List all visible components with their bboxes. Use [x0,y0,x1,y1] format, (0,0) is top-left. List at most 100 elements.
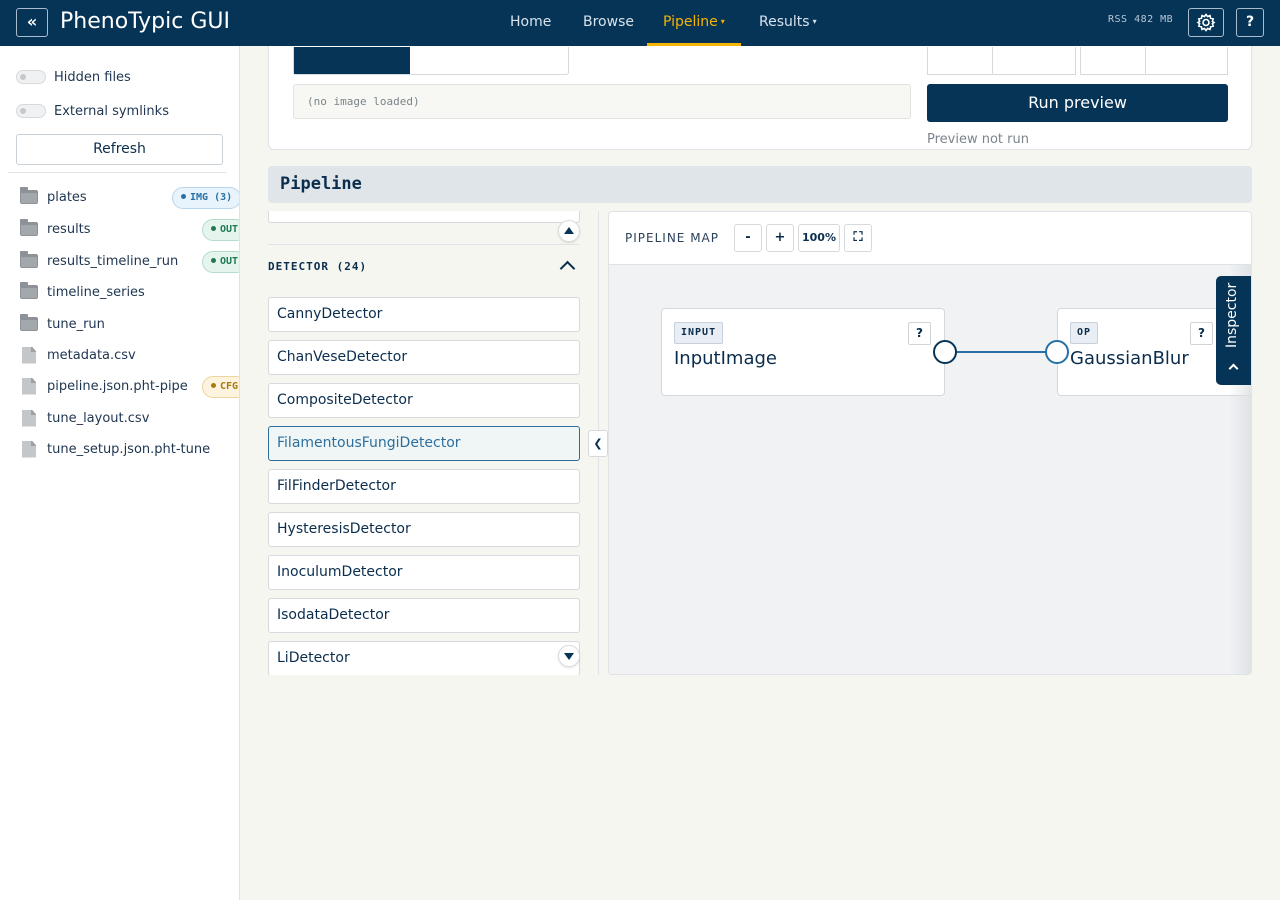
external-symlinks-toggle[interactable] [16,104,46,118]
image-count-badge: IMG (3) [172,187,239,209]
node-help-button[interactable]: ? [908,322,931,345]
file-row-metadata-csv[interactable]: metadata.csv [20,343,239,367]
inspector-tab[interactable]: Inspector [1216,276,1251,385]
nav-results[interactable]: Results ▾ [759,0,817,46]
folder-icon [20,219,38,236]
operation-item[interactable]: LiDetector [268,641,580,675]
fit-view-button[interactable]: ⛶ [844,224,872,252]
preview-status: Preview not run [927,132,1029,147]
scroll-up-button[interactable] [558,220,580,242]
badge-label: IMG (3) [190,192,233,203]
zoom-out-button[interactable]: - [734,224,762,252]
scroll-down-button[interactable] [558,645,580,667]
folder-icon [20,251,38,268]
group-divider [268,244,580,245]
pipeline-map[interactable]: PIPELINE MAP - + 100% ⛶ INPUT InputImage… [608,211,1252,675]
collapse-operation-list-button[interactable]: ❮ [588,430,608,457]
top-bar: « PhenoTypic GUI Home Browse Pipeline ▾ R… [0,0,1280,46]
operation-item[interactable]: IsodataDetector [268,598,580,633]
help-button[interactable]: ? [1236,8,1264,37]
file-row-timeline-series[interactable]: timeline_series [20,280,239,304]
collapse-sidebar-button[interactable]: « [16,8,48,37]
image-path-field[interactable]: (no image loaded) [293,84,911,119]
preview-param-field[interactable] [1080,47,1146,75]
badge-label: OUT [220,256,239,267]
image-source-option-active[interactable] [294,47,410,74]
map-title: PIPELINE MAP [625,231,719,245]
output-badge: OUT [202,219,239,241]
badge-label: CFG [220,381,239,392]
output-port[interactable] [933,340,957,364]
nav-pipeline-label: Pipeline [663,14,718,30]
image-source-segmented-control[interactable] [293,47,569,75]
nav-home[interactable]: Home [510,0,551,46]
chevron-left-icon [1228,363,1239,374]
preview-card: (no image loaded) Run preview Preview no… [268,46,1252,150]
operation-list: DETECTOR (24) CannyDetector ChanVeseDete… [268,211,581,675]
input-port[interactable] [1045,340,1069,364]
file-name: tune_run [47,316,105,332]
file-name: results [47,221,91,237]
file-icon [22,377,36,395]
pipeline-edge [951,351,1059,353]
hidden-files-toggle-row[interactable]: Hidden files [16,67,131,87]
external-symlinks-toggle-row[interactable]: External symlinks [16,101,169,121]
nav-browse[interactable]: Browse [583,0,634,46]
nav-pipeline[interactable]: Pipeline ▾ [647,0,741,46]
zoom-level-button[interactable]: 100% [798,224,840,252]
operation-item-selected[interactable]: FilamentousFungiDetector [268,426,580,461]
node-type-tag: INPUT [674,322,724,344]
badge-dot [211,226,216,231]
preview-param-field[interactable] [992,47,1076,75]
hidden-files-label: Hidden files [54,69,131,85]
app-title: PhenoTypic GUI [60,9,230,34]
operation-item[interactable]: HysteresisDetector [268,512,580,547]
badge-dot [181,194,186,199]
node-title: GaussianBlur [1070,348,1189,369]
file-row-tune-setup-json[interactable]: tune_setup.json.pht-tune [20,437,239,461]
run-preview-button[interactable]: Run preview [927,84,1228,122]
file-row-tune-run[interactable]: tune_run [20,312,239,336]
operation-item[interactable]: InoculumDetector [268,555,580,590]
settings-button[interactable] [1188,8,1224,37]
preview-parameter-fields [927,47,1228,75]
pipeline-node-input[interactable]: INPUT InputImage ? [661,308,945,396]
memory-readout: RSS 482 MB [1108,14,1174,25]
output-badge: OUT [202,251,239,273]
inspector-label: Inspector [1224,282,1240,348]
file-row-tune-layout-csv[interactable]: tune_layout.csv [20,406,239,430]
file-name: results_timeline_run [47,253,179,269]
refresh-button[interactable]: Refresh [16,134,223,165]
operation-item[interactable]: ChanVeseDetector [268,340,580,375]
file-sidebar: Hidden files External symlinks Refresh p… [0,46,240,900]
operation-item[interactable]: CompositeDetector [268,383,580,418]
caret-down-icon: ▾ [812,17,817,26]
zoom-in-button[interactable]: + [766,224,794,252]
operation-item[interactable]: CannyDetector [268,297,580,332]
node-title: InputImage [674,348,777,369]
node-help-button[interactable]: ? [1190,322,1213,345]
nav-browse-label: Browse [583,14,634,30]
pipeline-section-header: Pipeline [268,166,1252,203]
badge-dot [211,383,216,388]
list-item[interactable] [268,211,580,223]
preview-param-field[interactable] [927,47,993,75]
gear-icon [1196,13,1216,32]
operation-item[interactable]: FilFinderDetector [268,469,580,504]
preview-param-field[interactable] [1145,47,1228,75]
external-symlinks-label: External symlinks [54,103,169,119]
node-type-tag: OP [1070,322,1099,344]
file-name: tune_layout.csv [47,410,150,426]
nav-home-label: Home [510,14,552,30]
config-badge: CFG [202,376,239,398]
detector-group-header[interactable]: DETECTOR (24) [268,257,580,277]
file-icon [22,440,36,458]
file-icon [22,409,36,427]
hidden-files-toggle[interactable] [16,70,46,84]
main-content: (no image loaded) Run preview Preview no… [240,46,1280,900]
file-name: plates [47,189,87,205]
file-name: timeline_series [47,284,145,300]
badge-dot [211,258,216,263]
folder-icon [20,282,38,299]
map-toolbar: PIPELINE MAP - + 100% ⛶ [609,212,1251,265]
